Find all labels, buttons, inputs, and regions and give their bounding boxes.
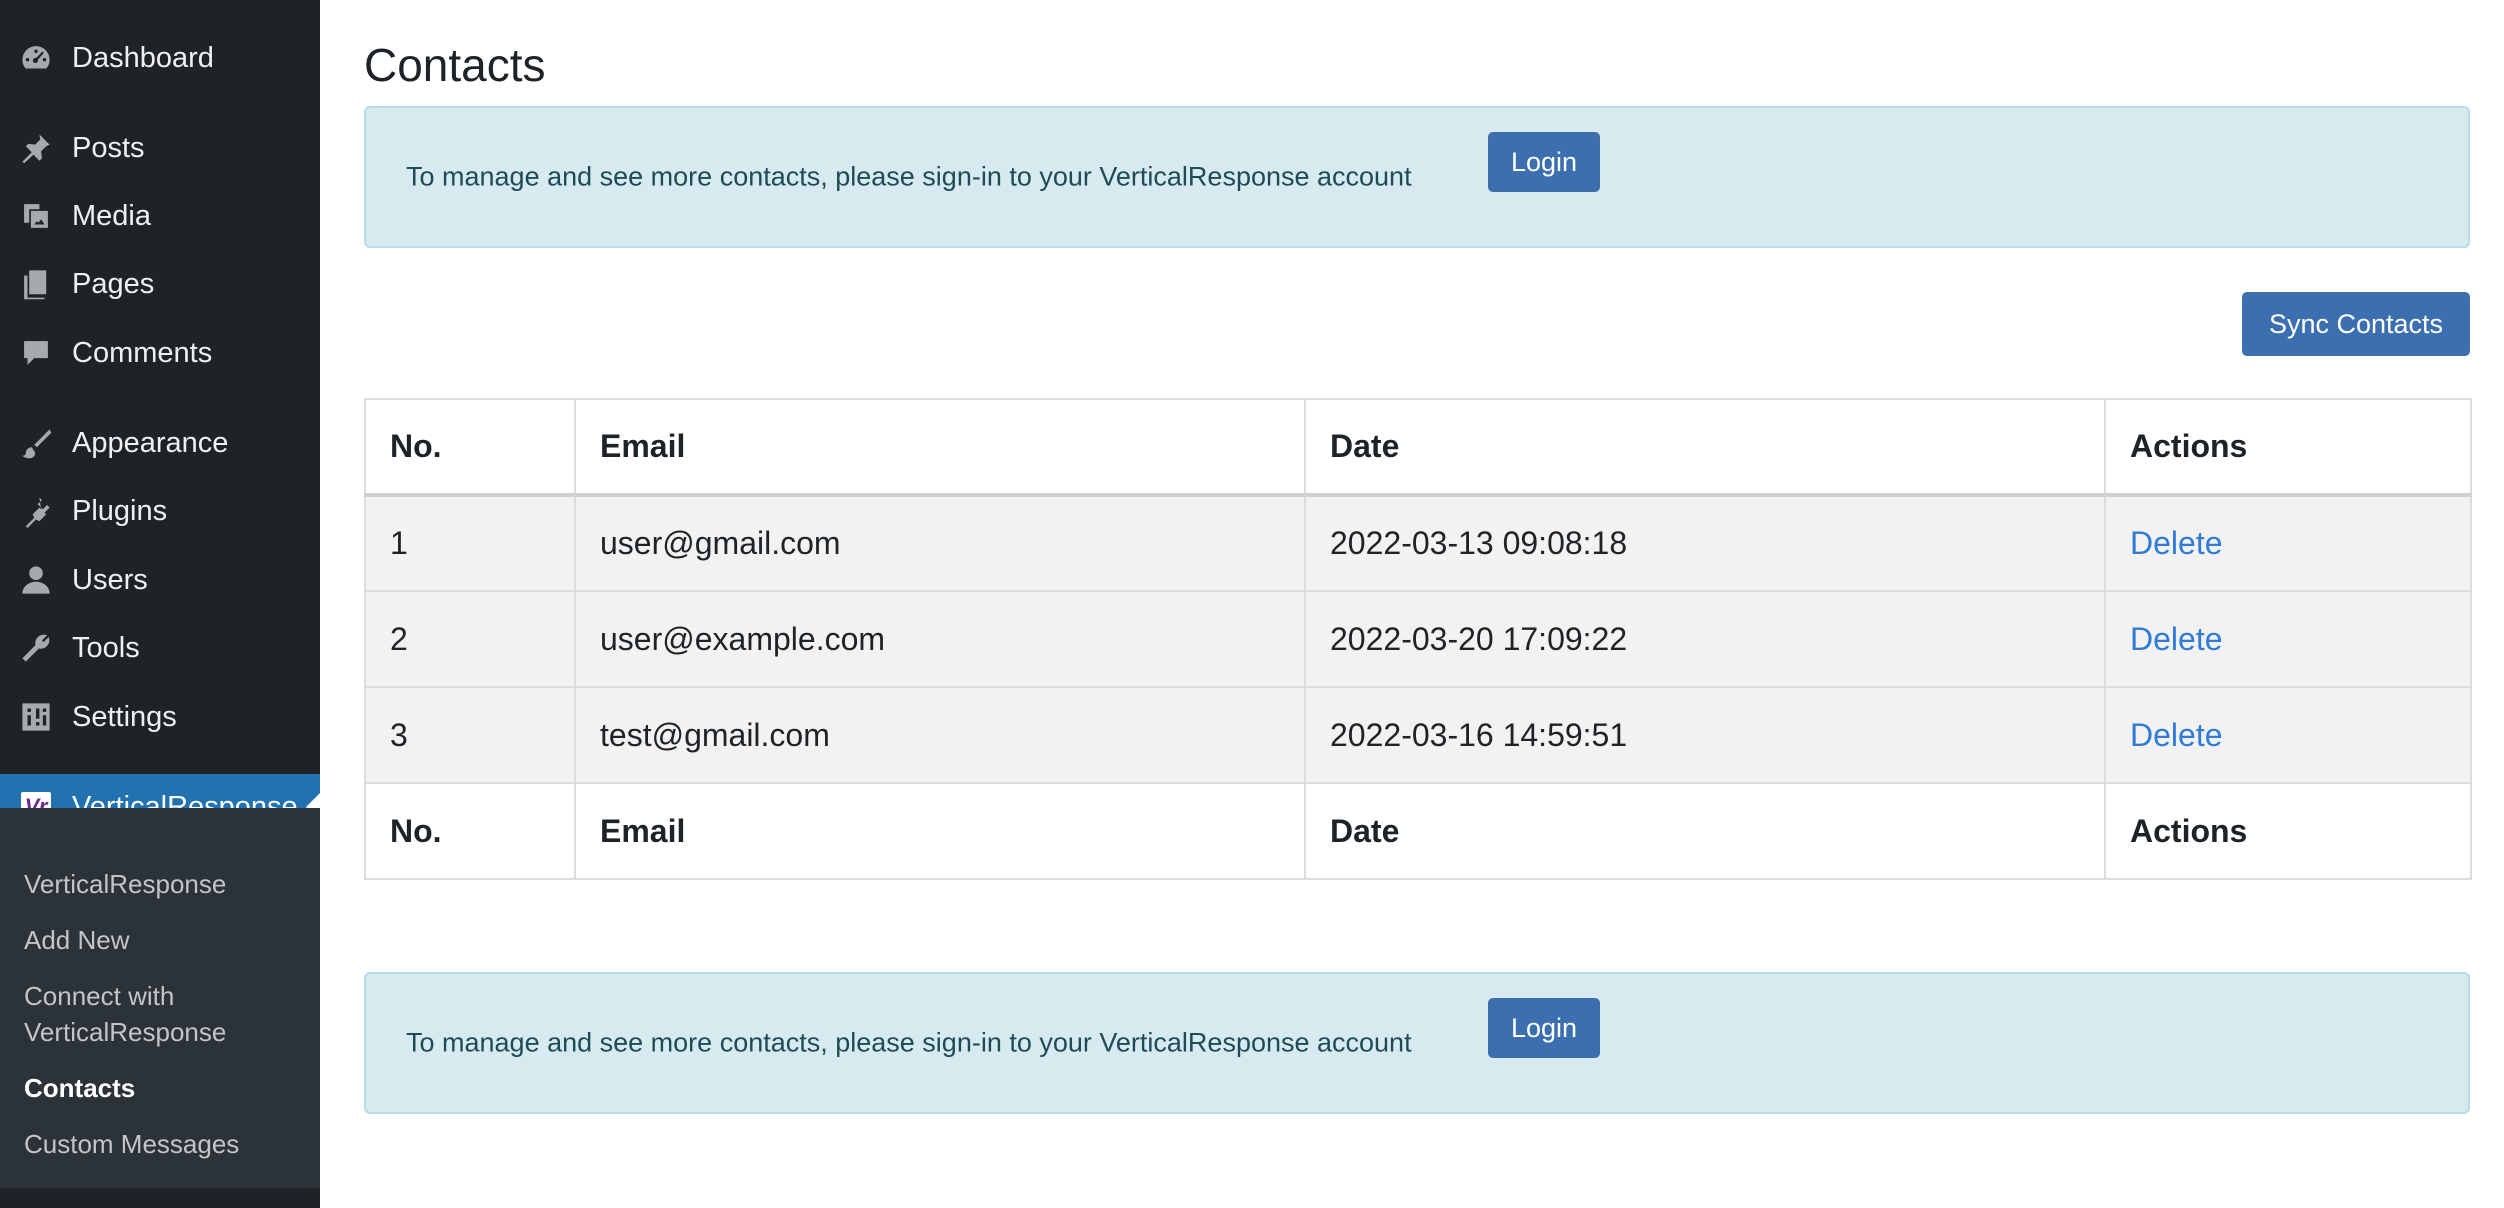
table-row: 1 user@gmail.com 2022-03-13 09:08:18 Del… bbox=[364, 494, 2472, 592]
notice-message: To manage and see more contacts, please … bbox=[406, 161, 1412, 192]
menu-item-settings[interactable]: Settings bbox=[0, 685, 320, 749]
notice-message: To manage and see more contacts, please … bbox=[406, 1027, 1412, 1058]
cell-actions: Delete bbox=[2104, 494, 2472, 592]
submenu-item-custom-messages[interactable]: Custom Messages bbox=[24, 1126, 314, 1162]
paintbrush-icon bbox=[18, 425, 54, 461]
submenu-item-contacts[interactable]: Contacts bbox=[24, 1070, 314, 1106]
cell-date: 2022-03-16 14:59:51 bbox=[1304, 686, 2106, 784]
cell-date: 2022-03-20 17:09:22 bbox=[1304, 590, 2106, 688]
verticalresponse-submenu: VerticalResponse Add New Connect with Ve… bbox=[0, 808, 320, 1188]
menu-label: Plugins bbox=[72, 494, 168, 527]
menu-item-tools[interactable]: Tools bbox=[0, 616, 320, 680]
dashboard-icon bbox=[18, 40, 54, 76]
media-icon bbox=[18, 198, 54, 234]
table-header-row: No. Email Date Actions bbox=[364, 398, 2472, 497]
cell-no: 1 bbox=[364, 494, 576, 592]
plugin-icon bbox=[18, 493, 54, 529]
login-button[interactable]: Login bbox=[1488, 132, 1600, 192]
pushpin-icon bbox=[18, 130, 54, 166]
column-footer-date: Date bbox=[1304, 782, 2106, 880]
delete-link[interactable]: Delete bbox=[2130, 717, 2223, 753]
user-icon bbox=[18, 562, 54, 598]
menu-label: Appearance bbox=[72, 426, 229, 459]
submenu-item-verticalresponse[interactable]: VerticalResponse bbox=[24, 866, 314, 902]
cell-actions: Delete bbox=[2104, 590, 2472, 688]
menu-item-dashboard[interactable]: Dashboard bbox=[0, 26, 320, 90]
page-title: Contacts bbox=[364, 39, 546, 91]
column-footer-actions: Actions bbox=[2104, 782, 2472, 880]
signin-notice-top: To manage and see more contacts, please … bbox=[364, 106, 2470, 248]
admin-sidebar: Dashboard Posts Media Pages Comments App… bbox=[0, 0, 320, 1208]
menu-item-appearance[interactable]: Appearance bbox=[0, 411, 320, 475]
cell-no: 3 bbox=[364, 686, 576, 784]
submenu-item-add-new[interactable]: Add New bbox=[24, 922, 314, 958]
menu-label: Users bbox=[72, 563, 148, 596]
login-button[interactable]: Login bbox=[1488, 998, 1600, 1058]
cell-email: user@example.com bbox=[574, 590, 1306, 688]
menu-label: Media bbox=[72, 199, 151, 232]
delete-link[interactable]: Delete bbox=[2130, 621, 2223, 657]
delete-link[interactable]: Delete bbox=[2130, 525, 2223, 561]
pages-icon bbox=[18, 266, 54, 302]
menu-item-posts[interactable]: Posts bbox=[0, 116, 320, 180]
column-footer-email: Email bbox=[574, 782, 1306, 880]
table-row: 3 test@gmail.com 2022-03-16 14:59:51 Del… bbox=[364, 686, 2472, 784]
menu-item-users[interactable]: Users bbox=[0, 548, 320, 612]
contacts-table: No. Email Date Actions 1 user@gmail.com … bbox=[364, 398, 2472, 880]
menu-item-comments[interactable]: Comments bbox=[0, 321, 320, 385]
menu-label: Tools bbox=[72, 631, 140, 664]
menu-item-plugins[interactable]: Plugins bbox=[0, 479, 320, 543]
menu-label: Posts bbox=[72, 131, 145, 164]
menu-label: Comments bbox=[72, 336, 213, 369]
main-content: Contacts To manage and see more contacts… bbox=[320, 0, 2504, 1208]
sync-contacts-button[interactable]: Sync Contacts bbox=[2242, 292, 2470, 356]
table-row: 2 user@example.com 2022-03-20 17:09:22 D… bbox=[364, 590, 2472, 688]
comment-icon bbox=[18, 335, 54, 371]
cell-email: test@gmail.com bbox=[574, 686, 1306, 784]
menu-item-pages[interactable]: Pages bbox=[0, 252, 320, 316]
column-footer-no: No. bbox=[364, 782, 576, 880]
wrench-icon bbox=[18, 630, 54, 666]
menu-label: Pages bbox=[72, 267, 155, 300]
menu-label: Settings bbox=[72, 700, 177, 733]
cell-no: 2 bbox=[364, 590, 576, 688]
cell-email: user@gmail.com bbox=[574, 494, 1306, 592]
cell-actions: Delete bbox=[2104, 686, 2472, 784]
menu-item-media[interactable]: Media bbox=[0, 184, 320, 248]
sliders-icon bbox=[18, 699, 54, 735]
submenu-item-connect[interactable]: Connect with VerticalResponse bbox=[24, 978, 314, 1050]
column-header-date: Date bbox=[1304, 398, 2106, 497]
column-header-actions: Actions bbox=[2104, 398, 2472, 497]
menu-label: Dashboard bbox=[72, 41, 214, 74]
signin-notice-bottom: To manage and see more contacts, please … bbox=[364, 972, 2470, 1114]
column-header-no: No. bbox=[364, 398, 576, 497]
table-footer-row: No. Email Date Actions bbox=[364, 782, 2472, 880]
cell-date: 2022-03-13 09:08:18 bbox=[1304, 494, 2106, 592]
column-header-email: Email bbox=[574, 398, 1306, 497]
